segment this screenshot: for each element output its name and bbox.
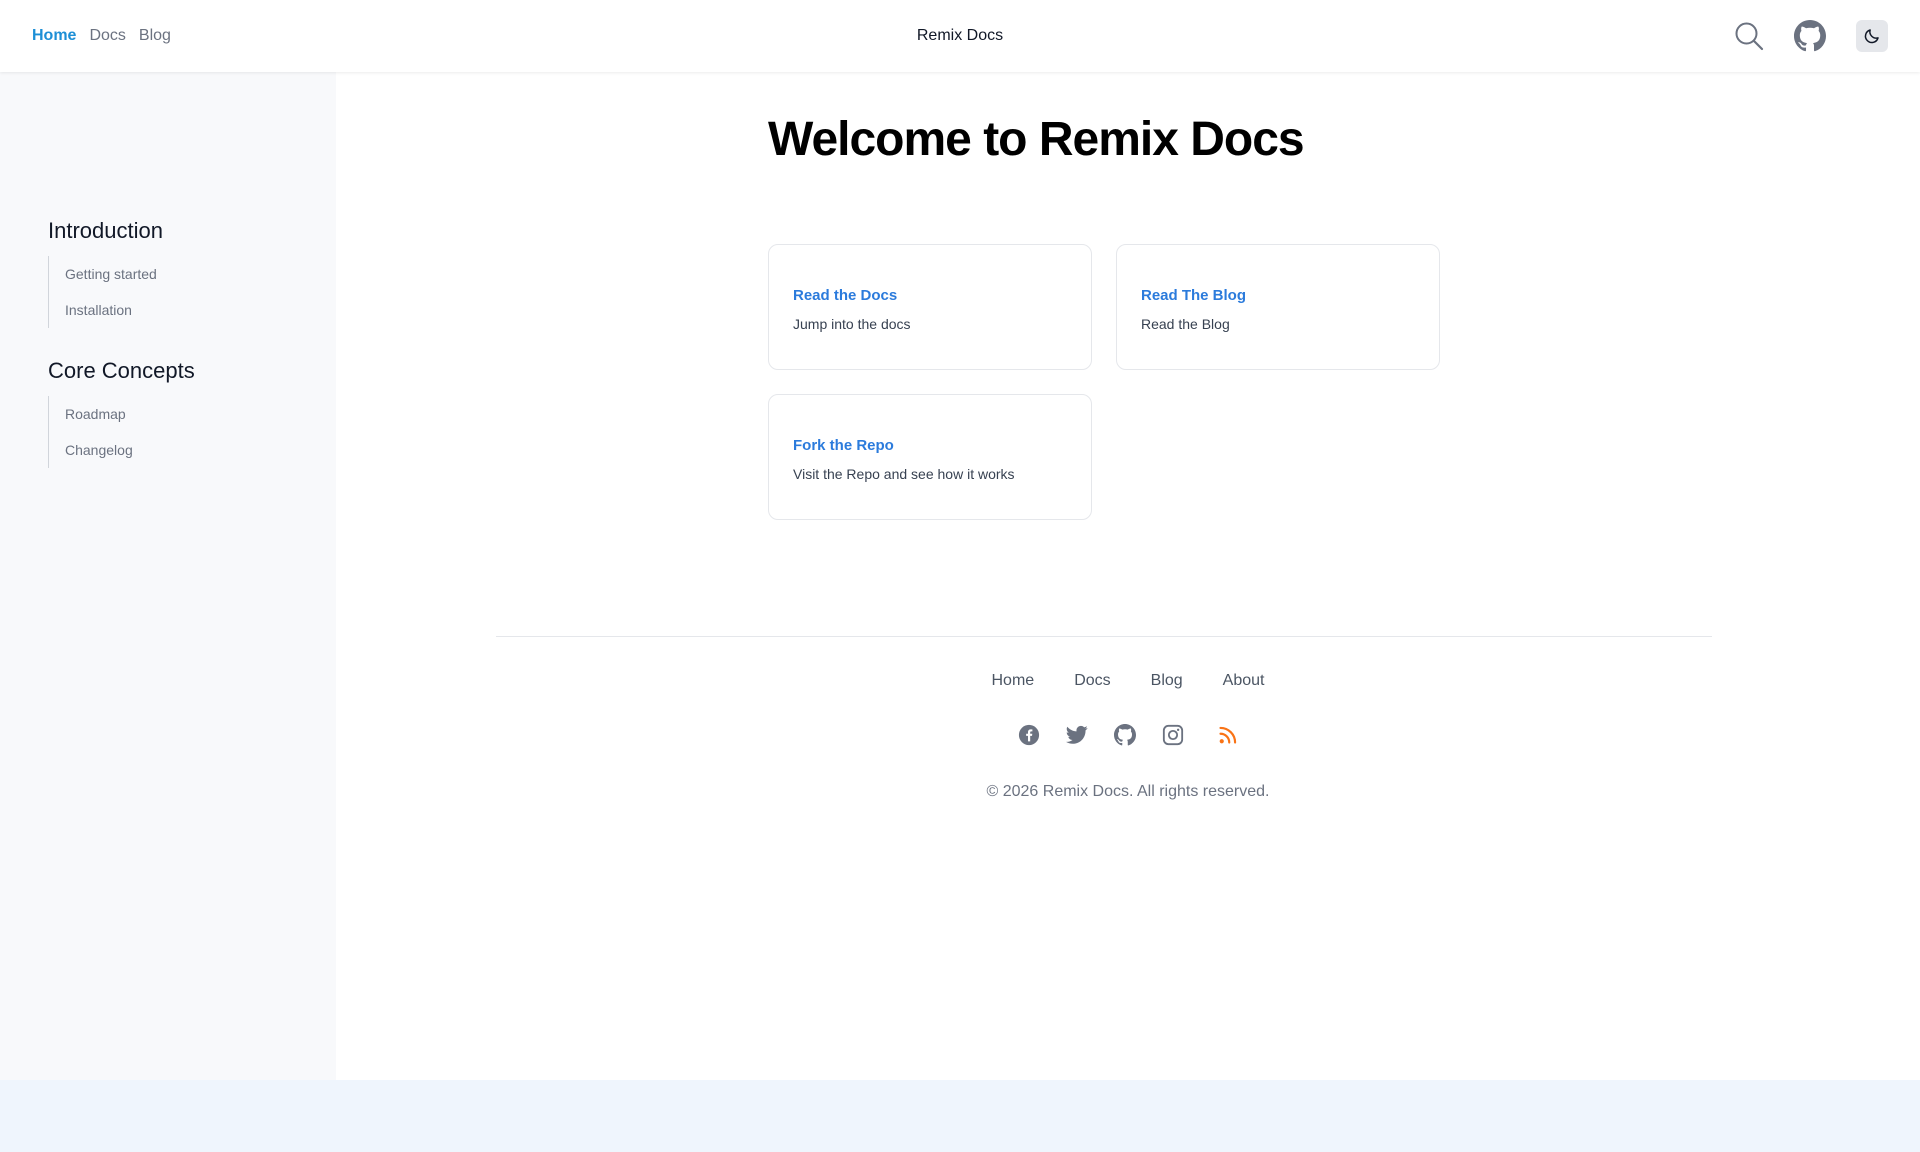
moon-icon[interactable]	[1856, 20, 1888, 52]
sidebar-section-core-concepts: Core Concepts Roadmap Changelog	[48, 358, 195, 468]
footer-divider	[496, 636, 1712, 637]
footer-about-link[interactable]: About	[1223, 672, 1265, 690]
nav-home-link[interactable]: Home	[32, 27, 76, 45]
site-title-wrap: Remix Docs	[0, 0, 1920, 72]
top-actions	[1734, 0, 1888, 72]
social-links	[336, 724, 1920, 746]
copyright-text: © 2026 Remix Docs. All rights reserved.	[986, 783, 1270, 800]
card-description: Visit the Repo and see how it works	[793, 466, 1015, 482]
facebook-icon[interactable]	[1018, 724, 1040, 746]
site-title[interactable]: Remix Docs	[917, 27, 1003, 45]
sidebar-item-installation[interactable]: Installation	[49, 292, 163, 328]
github-icon[interactable]	[1794, 20, 1826, 52]
sidebar: Introduction Getting started Installatio…	[0, 72, 336, 1080]
sidebar-section-title: Core Concepts	[48, 358, 195, 383]
footer-blog-link[interactable]: Blog	[1151, 672, 1183, 690]
card-title[interactable]: Read The Blog	[1141, 287, 1415, 304]
search-icon[interactable]	[1734, 21, 1764, 51]
nav-docs-link[interactable]: Docs	[89, 27, 125, 45]
sidebar-item-roadmap[interactable]: Roadmap	[49, 396, 195, 432]
top-nav: Home Docs Blog	[32, 0, 171, 72]
sidebar-item-getting-started[interactable]: Getting started	[49, 256, 163, 292]
footer-nav: Home Docs Blog About	[336, 672, 1920, 690]
sidebar-section-list: Getting started Installation	[48, 256, 163, 328]
card-read-docs[interactable]: Read the Docs Jump into the docs	[768, 244, 1092, 370]
card-title[interactable]: Fork the Repo	[793, 437, 1067, 454]
top-bar: Home Docs Blog Remix Docs	[0, 0, 1920, 72]
github-icon[interactable]	[1114, 724, 1136, 746]
card-description: Read the Blog	[1141, 316, 1230, 332]
card-fork-repo[interactable]: Fork the Repo Visit the Repo and see how…	[768, 394, 1092, 520]
page-title: Welcome to Remix Docs	[768, 113, 1305, 166]
sidebar-section-title: Introduction	[48, 218, 163, 243]
instagram-icon[interactable]	[1162, 724, 1184, 746]
footer-home-link[interactable]: Home	[992, 672, 1035, 690]
card-description: Jump into the docs	[793, 316, 911, 332]
sidebar-item-changelog[interactable]: Changelog	[49, 432, 195, 468]
rss-icon[interactable]	[1218, 725, 1238, 745]
card-read-blog[interactable]: Read The Blog Read the Blog	[1116, 244, 1440, 370]
sidebar-section-introduction: Introduction Getting started Installatio…	[48, 218, 163, 328]
twitter-icon[interactable]	[1066, 725, 1088, 745]
footer-docs-link[interactable]: Docs	[1074, 672, 1110, 690]
sidebar-section-list: Roadmap Changelog	[48, 396, 195, 468]
card-title[interactable]: Read the Docs	[793, 287, 1067, 304]
main-content: Welcome to Remix Docs Read the Docs Jump…	[336, 72, 1920, 1080]
nav-blog-link[interactable]: Blog	[139, 27, 171, 45]
